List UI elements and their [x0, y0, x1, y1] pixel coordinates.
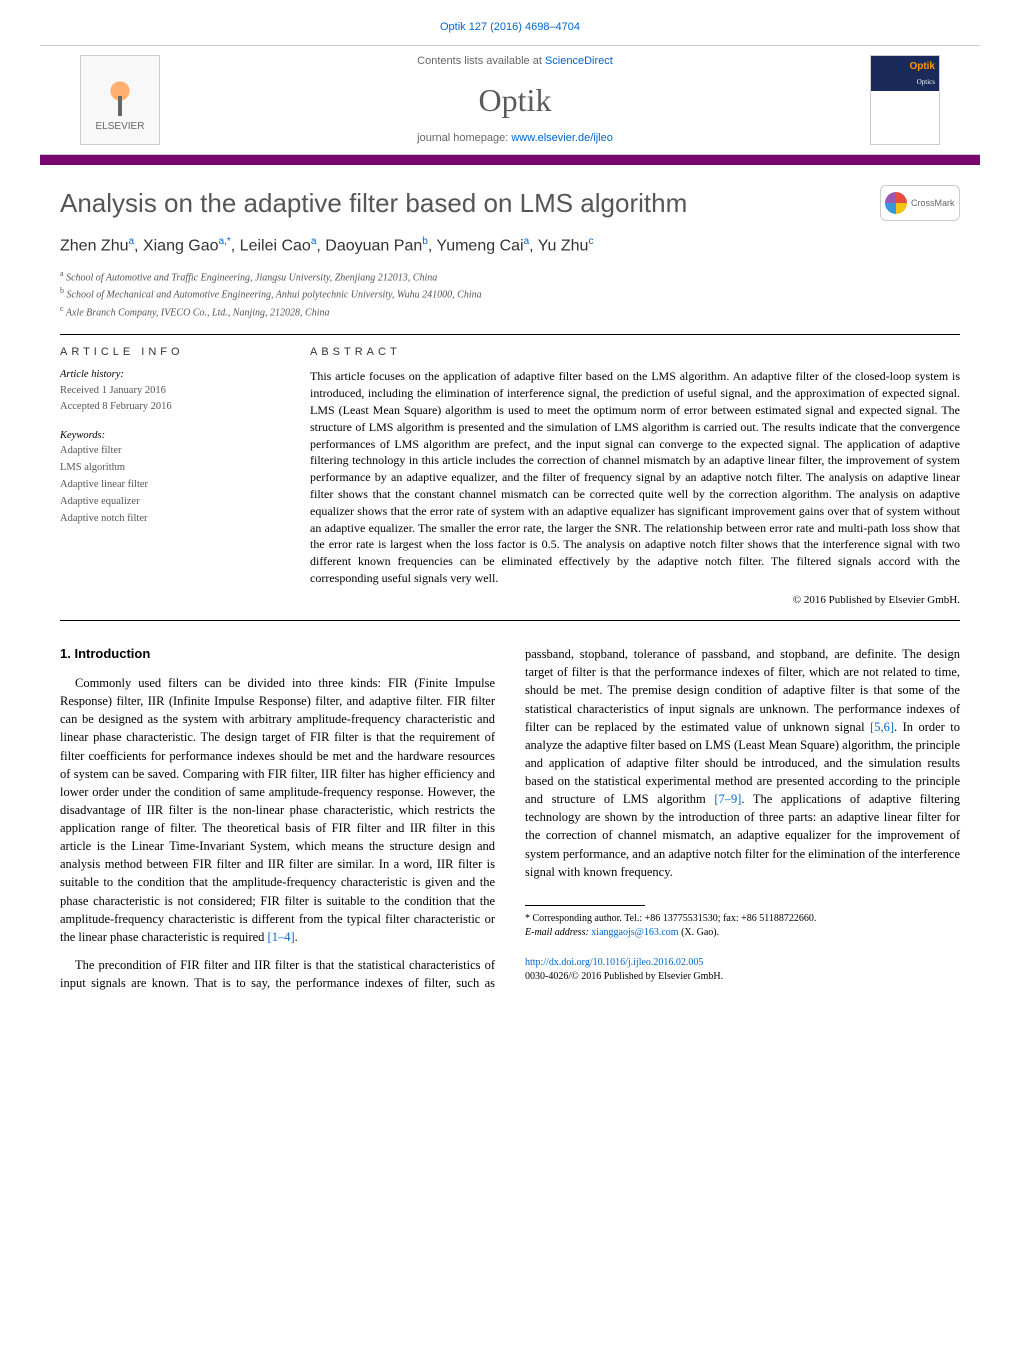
contents-pre: Contents lists available at	[417, 55, 545, 67]
journal-name: Optik	[160, 78, 870, 123]
journal-header: ELSEVIER Contents lists available at Sci…	[40, 45, 980, 155]
intro-p1-text: Commonly used filters can be divided int…	[60, 676, 495, 944]
affiliation: b School of Mechanical and Automotive En…	[60, 285, 960, 302]
intro-p1-tail: .	[295, 930, 298, 944]
article-info-label: article info	[60, 345, 280, 360]
doi-link[interactable]: http://dx.doi.org/10.1016/j.ijleo.2016.0…	[525, 957, 703, 968]
ref-5-6[interactable]: [5,6]	[870, 720, 894, 734]
history-received: Received 1 January 2016	[60, 383, 280, 399]
elsevier-text: ELSEVIER	[96, 120, 145, 134]
crossmark-label: CrossMark	[911, 197, 955, 210]
email-link[interactable]: xianggaojs@163.com	[591, 927, 678, 938]
intro-p1: Commonly used filters can be divided int…	[60, 674, 495, 946]
footnotes: * Corresponding author. Tel.: +86 137755…	[525, 912, 960, 940]
abstract-label: abstract	[310, 345, 960, 360]
body-columns: 1. Introduction Commonly used filters ca…	[60, 645, 960, 992]
keyword: Adaptive notch filter	[60, 511, 280, 528]
homepage-pre: journal homepage:	[417, 132, 511, 144]
sciencedirect-link[interactable]: ScienceDirect	[545, 55, 613, 67]
journal-cover: Optik Optics	[870, 55, 940, 145]
contents-line: Contents lists available at ScienceDirec…	[160, 54, 870, 69]
affiliations: a School of Automotive and Traffic Engin…	[60, 268, 960, 320]
authors-line: Zhen Zhua, Xiang Gaoa,*, Leilei Caoa, Da…	[60, 235, 960, 258]
keyword: LMS algorithm	[60, 460, 280, 477]
abstract-copyright: © 2016 Published by Elsevier GmbH.	[310, 593, 960, 608]
affiliation: c Axle Branch Company, IVECO Co., Ltd., …	[60, 303, 960, 320]
keyword: Adaptive linear filter	[60, 477, 280, 494]
keyword: Adaptive equalizer	[60, 494, 280, 511]
email-tail: (X. Gao).	[679, 927, 720, 938]
corresponding-author: * Corresponding author. Tel.: +86 137755…	[525, 912, 960, 926]
crossmark-badge[interactable]: CrossMark	[880, 185, 960, 221]
homepage-line: journal homepage: www.elsevier.de/ijleo	[160, 131, 870, 146]
issn-copyright: 0030-4026/© 2016 Published by Elsevier G…	[525, 970, 960, 985]
top-citation: Optik 127 (2016) 4698–4704	[0, 0, 1020, 45]
divider-bottom	[60, 620, 960, 621]
cover-subtitle: Optics	[871, 78, 939, 88]
doi-block: http://dx.doi.org/10.1016/j.ijleo.2016.0…	[525, 956, 960, 985]
keywords-block: Keywords: Adaptive filterLMS algorithmAd…	[60, 429, 280, 528]
accent-bar	[40, 155, 980, 165]
history-title: Article history:	[60, 368, 280, 383]
keywords-title: Keywords:	[60, 429, 280, 444]
cover-title: Optik	[871, 56, 939, 78]
ref-7-9[interactable]: [7–9]	[714, 792, 741, 806]
keyword: Adaptive filter	[60, 443, 280, 460]
affiliation: a School of Automotive and Traffic Engin…	[60, 268, 960, 285]
homepage-link[interactable]: www.elsevier.de/ijleo	[511, 132, 613, 144]
ref-1-4[interactable]: [1–4]	[268, 930, 295, 944]
intro-heading: 1. Introduction	[60, 645, 495, 664]
abstract-text: This article focuses on the application …	[310, 368, 960, 586]
divider-top	[60, 334, 960, 335]
email-label: E-mail address:	[525, 927, 591, 938]
footnote-rule	[525, 905, 645, 906]
crossmark-icon	[885, 192, 907, 214]
email-line: E-mail address: xianggaojs@163.com (X. G…	[525, 926, 960, 940]
article-title: Analysis on the adaptive filter based on…	[60, 185, 880, 221]
history-accepted: Accepted 8 February 2016	[60, 399, 280, 415]
elsevier-tree-icon	[100, 66, 140, 116]
article-history: Article history: Received 1 January 2016…	[60, 368, 280, 414]
elsevier-logo: ELSEVIER	[80, 55, 160, 145]
